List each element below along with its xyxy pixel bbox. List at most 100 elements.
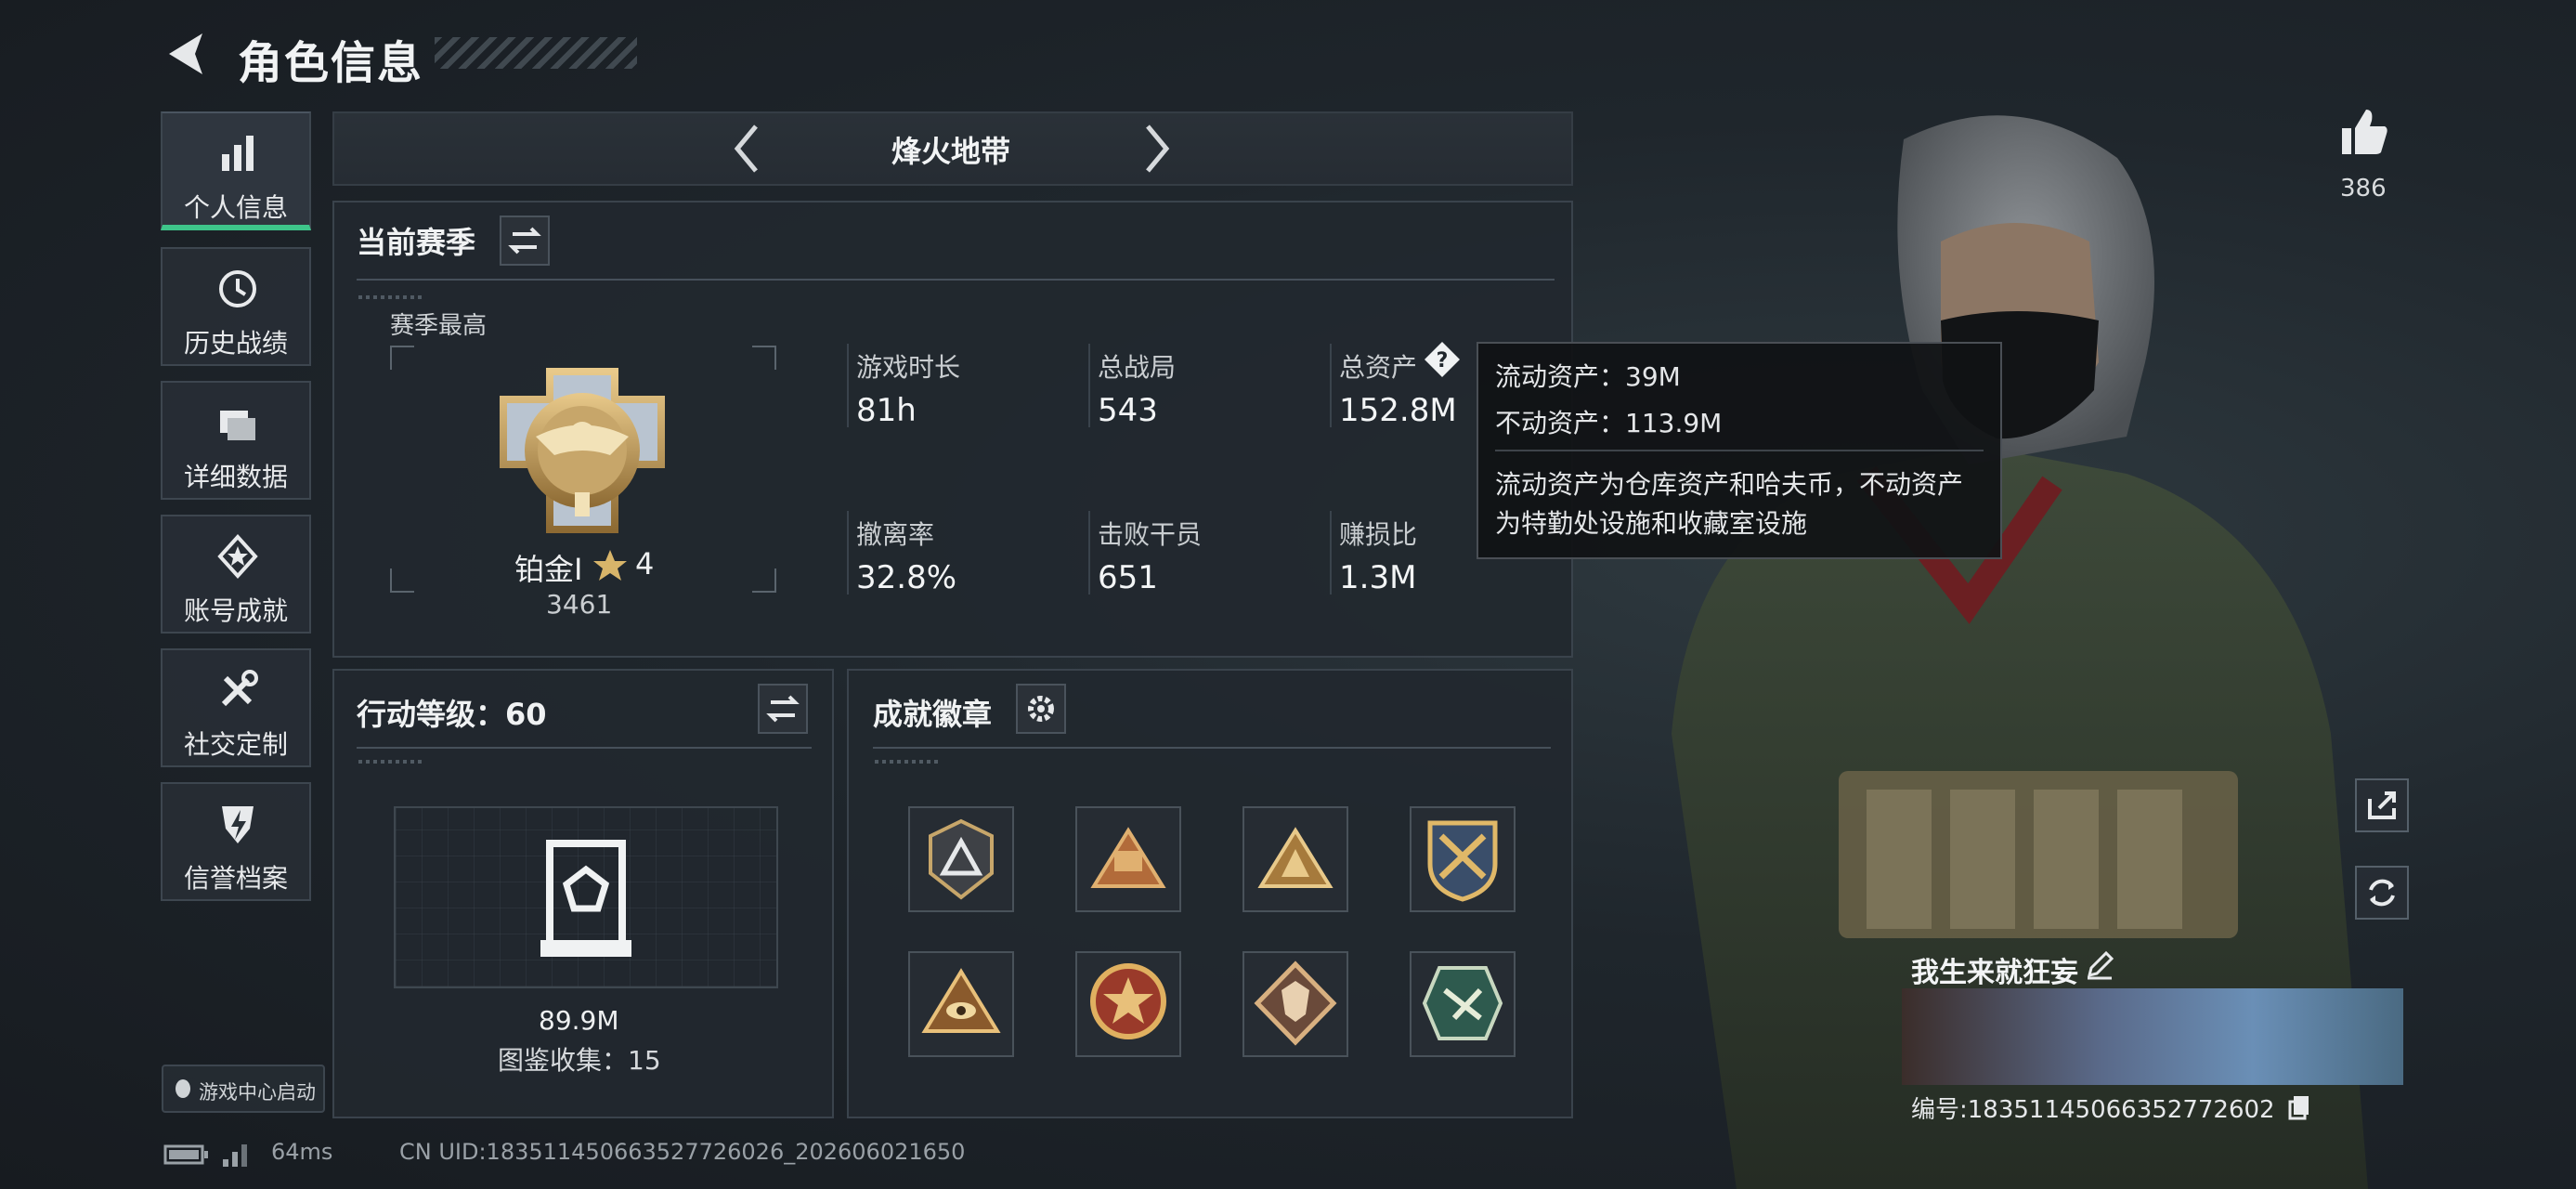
stat-label-total-matches: 总战局: [1098, 352, 1177, 383]
tooltip-divider: [1495, 450, 1984, 451]
achievements-title: 成就徽章: [873, 697, 993, 732]
hornet-badge-icon: [1422, 966, 1503, 1040]
page-title: 角色信息: [238, 37, 424, 89]
rank-name: 铂金Ⅰ: [514, 552, 583, 587]
sidebar-item-social[interactable]: 社交定制: [161, 648, 311, 767]
star-medal-icon: [1090, 963, 1166, 1039]
share-button[interactable]: [2355, 778, 2409, 832]
decoration: [875, 760, 940, 764]
like-count: 386: [2340, 175, 2387, 203]
collection-case-icon: [540, 840, 631, 957]
frame-corner: [390, 346, 414, 370]
tools-icon: [221, 670, 258, 707]
refresh-button[interactable]: [2355, 866, 2409, 920]
stat-label-extract-rate: 撤离率: [856, 519, 935, 550]
collection-value: 89.9M: [539, 1005, 619, 1036]
sidebar-item-history[interactable]: 历史战绩: [161, 247, 311, 366]
tooltip-liquid-assets: 流动资产：39M: [1495, 361, 1681, 392]
copy-icon[interactable]: [2288, 1094, 2312, 1120]
tooltip-description-line2: 为特勤处设施和收藏室设施: [1495, 508, 1808, 539]
svg-text:?: ?: [1437, 349, 1449, 372]
wolf-badge-icon: [1254, 960, 1337, 1046]
shield-icon: [222, 806, 254, 843]
ping-value: 64ms: [271, 1139, 333, 1165]
player-name: 我生来就狂妄: [1911, 957, 2078, 989]
edit-icon[interactable]: [2084, 949, 2115, 981]
achievement-badge-3[interactable]: [1242, 806, 1348, 912]
sidebar-item-label: 账号成就: [183, 595, 288, 626]
bar-chart-icon: [222, 136, 254, 171]
achievement-badge-4[interactable]: [1410, 806, 1516, 912]
season-title: 当前赛季: [357, 225, 476, 260]
sidebar-item-label: 信誉档案: [183, 863, 288, 894]
stat-separator: [1330, 511, 1332, 594]
decoration: [358, 760, 423, 764]
back-icon[interactable]: [160, 28, 215, 80]
assets-tooltip: 流动资产：39M 不动资产：113.9M 流动资产为仓库资产和哈夫币，不动资产 …: [1477, 342, 2002, 559]
thumbs-up-icon[interactable]: [2336, 104, 2392, 160]
sidebar-item-label: 社交定制: [183, 729, 288, 760]
sidebar-item-reputation[interactable]: 信誉档案: [161, 782, 311, 901]
sidebar-item-label: 详细数据: [183, 462, 288, 492]
collection-count: 图鉴收集：15: [498, 1045, 661, 1076]
sidebar-item-label: 历史战绩: [183, 328, 288, 359]
divider: [357, 279, 1555, 281]
mode-title: 烽火地带: [891, 134, 1011, 169]
refresh-icon: [2369, 879, 2395, 907]
season-switch-button[interactable]: [500, 216, 550, 266]
chevron-left-icon[interactable]: [730, 121, 763, 176]
crossed-arms-badge-icon: [1427, 820, 1498, 902]
stat-label-kills: 击败干员: [1098, 519, 1203, 550]
divider: [873, 747, 1551, 749]
player-banner-image[interactable]: [1902, 988, 2403, 1085]
launcher-label: 游戏中心启动: [199, 1081, 316, 1104]
rank-points: 3461: [546, 589, 613, 620]
share-icon: [2368, 791, 2396, 819]
signal-icon: [223, 1144, 247, 1167]
achievement-badge-1[interactable]: [908, 806, 1014, 912]
action-level-title: 行动等级：60: [357, 697, 547, 732]
stat-separator: [1330, 344, 1332, 427]
achievement-badge-6[interactable]: [1075, 951, 1181, 1057]
stat-value-total-matches: 543: [1098, 392, 1158, 429]
chevron-right-icon[interactable]: [1140, 121, 1174, 176]
achievement-badge-8[interactable]: [1410, 951, 1516, 1057]
achievement-icon: [217, 534, 258, 579]
action-level-switch-button[interactable]: [758, 684, 808, 734]
sidebar-item-label: 个人信息: [183, 192, 288, 223]
stat-value-extract-rate: 32.8%: [856, 559, 957, 596]
divider: [357, 747, 812, 749]
star-icon: [593, 550, 627, 581]
stat-separator: [1088, 511, 1090, 594]
triangle-badge-icon: [929, 818, 994, 900]
decoration: [358, 295, 423, 299]
achievement-badge-7[interactable]: [1242, 951, 1348, 1057]
sidebar-item-details[interactable]: 详细数据: [161, 381, 311, 500]
sidebar-item-achievements[interactable]: 账号成就: [161, 515, 311, 634]
stat-separator: [1088, 344, 1090, 427]
pyramid-badge-icon: [1257, 827, 1334, 888]
stat-label-total-assets: 总资产: [1339, 352, 1418, 383]
achievement-badge-2[interactable]: [1075, 806, 1181, 912]
help-icon[interactable]: ?: [1423, 340, 1462, 379]
folder-icon: [220, 411, 255, 440]
frame-corner: [752, 568, 776, 593]
tooltip-fixed-assets: 不动资产：113.9M: [1495, 408, 1723, 438]
stat-value-profit-ratio: 1.3M: [1339, 559, 1417, 596]
frame-corner: [752, 346, 776, 370]
stat-label-profit-ratio: 赚损比: [1339, 519, 1418, 550]
platinum-rank-emblem-icon: [500, 368, 665, 533]
uid-text: CN UID:18351145066352772602​6_2026060216…: [399, 1139, 966, 1165]
stat-value-play-time: 81h: [856, 392, 917, 429]
sidebar-item-personal-info[interactable]: 个人信息: [161, 111, 311, 230]
penguin-icon: [176, 1079, 190, 1098]
stat-separator: [847, 511, 849, 594]
stat-separator: [847, 344, 849, 427]
achievements-settings-button[interactable]: [1016, 684, 1066, 734]
swap-icon: [766, 695, 800, 723]
stat-value-total-assets: 152.8M: [1339, 392, 1457, 429]
winged-emblem-icon: [1090, 827, 1166, 888]
game-center-launch-button[interactable]: 游戏中心启动: [162, 1065, 325, 1113]
tooltip-description-line1: 流动资产为仓库资产和哈夫币，不动资产: [1495, 469, 1964, 500]
achievement-badge-5[interactable]: [908, 951, 1014, 1057]
